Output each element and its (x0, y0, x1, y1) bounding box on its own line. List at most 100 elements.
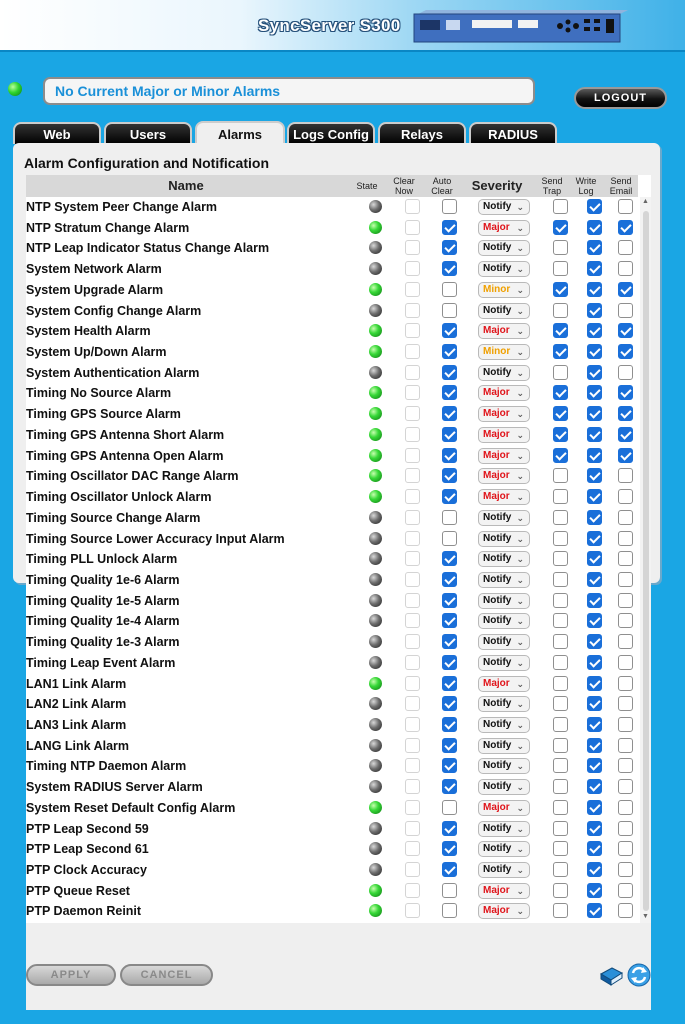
clear-now-checkbox[interactable] (405, 758, 420, 774)
send-trap-checkbox[interactable] (553, 675, 568, 691)
send-email-checkbox[interactable] (618, 323, 633, 339)
clear-now-checkbox[interactable] (405, 613, 420, 629)
tab-logs-config[interactable]: Logs Config (287, 122, 375, 144)
severity-select[interactable]: Minor ⌄ (478, 281, 530, 298)
write-log-checkbox[interactable] (587, 447, 602, 463)
write-log-checkbox[interactable] (587, 509, 602, 525)
send-trap-checkbox[interactable] (553, 199, 568, 214)
auto-clear-checkbox[interactable] (442, 261, 457, 277)
write-log-checkbox[interactable] (587, 302, 602, 318)
send-email-checkbox[interactable] (618, 551, 633, 567)
clear-now-checkbox[interactable] (405, 779, 420, 795)
send-trap-checkbox[interactable] (553, 385, 568, 401)
clear-now-checkbox[interactable] (405, 820, 420, 836)
auto-clear-checkbox[interactable] (442, 571, 457, 587)
severity-select[interactable]: Notify ⌄ (478, 862, 530, 878)
send-trap-checkbox[interactable] (553, 406, 568, 422)
auto-clear-checkbox[interactable] (442, 385, 457, 401)
auto-clear-checkbox[interactable] (442, 634, 457, 650)
send-trap-checkbox[interactable] (553, 882, 568, 898)
clear-now-checkbox[interactable] (405, 737, 420, 753)
send-trap-checkbox[interactable] (553, 426, 568, 442)
clear-now-checkbox[interactable] (405, 509, 420, 525)
send-email-checkbox[interactable] (618, 716, 633, 732)
severity-select[interactable]: Notify ⌄ (478, 551, 530, 568)
send-trap-checkbox[interactable] (553, 799, 568, 815)
severity-select[interactable]: Notify ⌄ (478, 696, 530, 713)
send-trap-checkbox[interactable] (553, 323, 568, 339)
auto-clear-checkbox[interactable] (442, 862, 457, 877)
clear-now-checkbox[interactable] (405, 841, 420, 857)
send-email-checkbox[interactable] (618, 634, 633, 650)
clear-now-checkbox[interactable] (405, 385, 420, 401)
clear-now-checkbox[interactable] (405, 447, 420, 463)
scrollbar-thumb[interactable] (643, 211, 649, 911)
cancel-button[interactable]: CANCEL (120, 964, 213, 986)
write-log-checkbox[interactable] (587, 199, 602, 214)
send-email-checkbox[interactable] (618, 779, 633, 795)
severity-select[interactable]: Notify ⌄ (478, 779, 530, 796)
auto-clear-checkbox[interactable] (442, 426, 457, 442)
clear-now-checkbox[interactable] (405, 344, 420, 360)
send-trap-checkbox[interactable] (553, 530, 568, 546)
auto-clear-checkbox[interactable] (442, 530, 457, 546)
send-trap-checkbox[interactable] (553, 281, 568, 297)
clear-now-checkbox[interactable] (405, 364, 420, 380)
severity-select[interactable]: Notify ⌄ (478, 199, 530, 215)
send-email-checkbox[interactable] (618, 364, 633, 380)
send-trap-checkbox[interactable] (553, 551, 568, 567)
clear-now-checkbox[interactable] (405, 696, 420, 712)
scroll-down-icon[interactable]: ▼ (640, 913, 651, 920)
write-log-checkbox[interactable] (587, 240, 602, 256)
send-trap-checkbox[interactable] (553, 820, 568, 836)
clear-now-checkbox[interactable] (405, 240, 420, 256)
send-email-checkbox[interactable] (618, 737, 633, 753)
send-email-checkbox[interactable] (618, 862, 633, 877)
auto-clear-checkbox[interactable] (442, 199, 457, 214)
clear-now-checkbox[interactable] (405, 551, 420, 567)
severity-select[interactable]: Notify ⌄ (478, 613, 530, 630)
auto-clear-checkbox[interactable] (442, 592, 457, 608)
refresh-icon[interactable] (626, 962, 652, 988)
send-email-checkbox[interactable] (618, 468, 633, 484)
write-log-checkbox[interactable] (587, 716, 602, 732)
severity-select[interactable]: Notify ⌄ (478, 240, 530, 257)
auto-clear-checkbox[interactable] (442, 489, 457, 505)
auto-clear-checkbox[interactable] (442, 737, 457, 753)
send-trap-checkbox[interactable] (553, 364, 568, 380)
write-log-checkbox[interactable] (587, 364, 602, 380)
severity-select[interactable]: Major ⌄ (478, 675, 530, 692)
send-trap-checkbox[interactable] (553, 737, 568, 753)
send-email-checkbox[interactable] (618, 199, 633, 214)
severity-select[interactable]: Notify ⌄ (478, 571, 530, 588)
send-email-checkbox[interactable] (618, 841, 633, 857)
auto-clear-checkbox[interactable] (442, 344, 457, 360)
auto-clear-checkbox[interactable] (442, 675, 457, 691)
severity-select[interactable]: Minor ⌄ (478, 344, 530, 361)
write-log-checkbox[interactable] (587, 530, 602, 546)
send-email-checkbox[interactable] (618, 489, 633, 505)
write-log-checkbox[interactable] (587, 385, 602, 401)
clear-now-checkbox[interactable] (405, 882, 420, 898)
auto-clear-checkbox[interactable] (442, 758, 457, 774)
write-log-checkbox[interactable] (587, 862, 602, 877)
auto-clear-checkbox[interactable] (442, 551, 457, 567)
write-log-checkbox[interactable] (587, 489, 602, 505)
send-trap-checkbox[interactable] (553, 302, 568, 318)
logout-button[interactable]: LOGOUT (574, 87, 667, 109)
severity-select[interactable]: Major ⌄ (478, 882, 530, 899)
write-log-checkbox[interactable] (587, 613, 602, 629)
send-trap-checkbox[interactable] (553, 447, 568, 463)
severity-select[interactable]: Notify ⌄ (478, 634, 530, 651)
send-trap-checkbox[interactable] (553, 654, 568, 670)
auto-clear-checkbox[interactable] (442, 779, 457, 795)
send-email-checkbox[interactable] (618, 426, 633, 442)
severity-select[interactable]: Major ⌄ (478, 468, 530, 485)
send-trap-checkbox[interactable] (553, 592, 568, 608)
clear-now-checkbox[interactable] (405, 426, 420, 442)
clear-now-checkbox[interactable] (405, 799, 420, 815)
send-email-checkbox[interactable] (618, 592, 633, 608)
clear-now-checkbox[interactable] (405, 468, 420, 484)
send-email-checkbox[interactable] (618, 654, 633, 670)
clear-now-checkbox[interactable] (405, 199, 420, 214)
